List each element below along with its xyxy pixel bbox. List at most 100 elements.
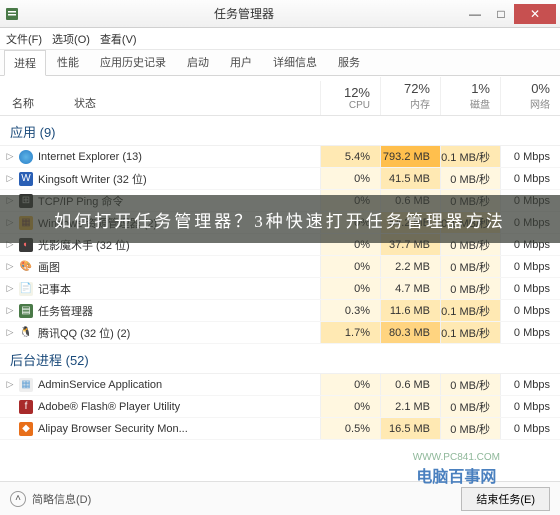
- tab-services[interactable]: 服务: [328, 49, 370, 75]
- cell-disk: 0 MB/秒: [440, 168, 500, 189]
- cell-network: 0 Mbps: [500, 168, 560, 189]
- titlebar: 任务管理器 — □ ✕: [0, 0, 560, 28]
- tab-startup[interactable]: 启动: [177, 49, 219, 75]
- cell-cpu: 0%: [320, 256, 380, 277]
- table-row[interactable]: ▷◐光影魔术手 (32 位)0%37.7 MB0 MB/秒0 Mbps: [0, 234, 560, 256]
- fewer-details-button[interactable]: ˄ 简略信息(D): [10, 491, 461, 507]
- end-task-button[interactable]: 结束任务(E): [461, 487, 550, 511]
- cell-cpu: 0%: [320, 396, 380, 417]
- app-row-icon: ▤: [18, 303, 34, 319]
- process-name: 光影魔术手 (32 位): [38, 237, 320, 253]
- table-row[interactable]: ▷WKingsoft Writer (32 位)0%41.5 MB0 MB/秒0…: [0, 168, 560, 190]
- tab-details[interactable]: 详细信息: [263, 49, 327, 75]
- cell-cpu: 5.4%: [320, 146, 380, 167]
- cell-disk: 0 MB/秒: [440, 190, 500, 211]
- table-row[interactable]: ▷▦Windows 资源管理器 (2)0%54.2 MB0.1 MB/秒0 Mb…: [0, 212, 560, 234]
- cell-cpu: 0%: [320, 278, 380, 299]
- cell-memory: 41.5 MB: [380, 168, 440, 189]
- app-row-icon: W: [18, 171, 34, 187]
- table-row[interactable]: ◆Alipay Browser Security Mon...0.5%16.5 …: [0, 418, 560, 440]
- col-name-label[interactable]: 名称: [12, 95, 34, 111]
- expand-icon[interactable]: ▷: [0, 239, 14, 250]
- cell-disk: 0.1 MB/秒: [440, 300, 500, 321]
- cell-disk: 0 MB/秒: [440, 256, 500, 277]
- menu-options[interactable]: 选项(O): [52, 31, 90, 47]
- cell-network: 0 Mbps: [500, 278, 560, 299]
- expand-icon[interactable]: ▷: [0, 327, 14, 338]
- col-cpu[interactable]: 12%CPU: [320, 81, 380, 115]
- cell-memory: 2.2 MB: [380, 256, 440, 277]
- cell-memory: 2.1 MB: [380, 396, 440, 417]
- tab-users[interactable]: 用户: [220, 49, 262, 75]
- cell-memory: 0.6 MB: [380, 190, 440, 211]
- expand-icon[interactable]: ▷: [0, 305, 14, 316]
- expand-icon[interactable]: ▷: [0, 151, 14, 162]
- expand-icon[interactable]: ▷: [0, 173, 14, 184]
- minimize-button[interactable]: —: [462, 4, 488, 24]
- app-row-icon: [18, 149, 34, 165]
- table-row[interactable]: fAdobe® Flash® Player Utility0%2.1 MB0 M…: [0, 396, 560, 418]
- cell-disk: 0 MB/秒: [440, 418, 500, 439]
- col-disk[interactable]: 1%磁盘: [440, 77, 500, 115]
- process-name: 腾讯QQ (32 位) (2): [38, 325, 320, 341]
- table-row[interactable]: ▷▤任务管理器0.3%11.6 MB0.1 MB/秒0 Mbps: [0, 300, 560, 322]
- cell-memory: 80.3 MB: [380, 322, 440, 343]
- menu-file[interactable]: 文件(F): [6, 31, 42, 47]
- table-row[interactable]: ▷🎨画图0%2.2 MB0 MB/秒0 Mbps: [0, 256, 560, 278]
- app-row-icon: 📄: [18, 281, 34, 297]
- app-row-icon: 🎨: [18, 259, 34, 275]
- cell-disk: 0.1 MB/秒: [440, 146, 500, 167]
- tab-processes[interactable]: 进程: [4, 50, 46, 76]
- tab-history[interactable]: 应用历史记录: [90, 49, 176, 75]
- expand-icon[interactable]: ▷: [0, 379, 14, 390]
- expand-icon[interactable]: ▷: [0, 217, 14, 228]
- cell-memory: 793.2 MB: [380, 146, 440, 167]
- cell-network: 0 Mbps: [500, 256, 560, 277]
- app-row-icon: f: [18, 399, 34, 415]
- col-network[interactable]: 0%网络: [500, 77, 560, 115]
- menubar: 文件(F) 选项(O) 查看(V): [0, 28, 560, 50]
- close-button[interactable]: ✕: [514, 4, 556, 24]
- cell-memory: 0.6 MB: [380, 374, 440, 395]
- process-name: AdminService Application: [38, 379, 320, 391]
- cell-network: 0 Mbps: [500, 374, 560, 395]
- window-title: 任务管理器: [26, 5, 462, 22]
- cell-memory: 37.7 MB: [380, 234, 440, 255]
- col-memory[interactable]: 72%内存: [380, 77, 440, 115]
- process-name: TCP/IP Ping 命令: [38, 193, 320, 209]
- table-row[interactable]: ▷📄记事本0%4.7 MB0 MB/秒0 Mbps: [0, 278, 560, 300]
- table-row[interactable]: ▷⊞TCP/IP Ping 命令0%0.6 MB0 MB/秒0 Mbps: [0, 190, 560, 212]
- process-name: Alipay Browser Security Mon...: [38, 423, 320, 435]
- cell-network: 0 Mbps: [500, 322, 560, 343]
- cell-disk: 0.1 MB/秒: [440, 212, 500, 233]
- table-row[interactable]: ▷ 🐧腾讯QQ (32 位) (2)1.7%80.3 MB0.1 MB/秒0 Mb…: [0, 322, 560, 344]
- cell-disk: 0 MB/秒: [440, 278, 500, 299]
- table-row[interactable]: ▷ Internet Explorer (13)5.4%793.2 MB0.1 M…: [0, 146, 560, 168]
- cell-network: 0 Mbps: [500, 234, 560, 255]
- process-name: 任务管理器: [38, 303, 320, 319]
- process-name: Windows 资源管理器 (2): [38, 215, 320, 231]
- app-row-icon: 🐧: [18, 325, 34, 341]
- cell-network: 0 Mbps: [500, 212, 560, 233]
- tab-performance[interactable]: 性能: [47, 49, 89, 75]
- cell-network: 0 Mbps: [500, 300, 560, 321]
- cell-cpu: 1.7%: [320, 322, 380, 343]
- col-status-label[interactable]: 状态: [74, 95, 96, 111]
- table-row[interactable]: ▷▦AdminService Application0%0.6 MB0 MB/秒…: [0, 374, 560, 396]
- cell-disk: 0 MB/秒: [440, 374, 500, 395]
- expand-icon[interactable]: ▷: [0, 261, 14, 272]
- menu-view[interactable]: 查看(V): [100, 31, 137, 47]
- cell-network: 0 Mbps: [500, 190, 560, 211]
- cell-network: 0 Mbps: [500, 146, 560, 167]
- process-list: 应用 (9)▷Internet Explorer (13)5.4%793.2 M…: [0, 116, 560, 440]
- cell-disk: 0.1 MB/秒: [440, 322, 500, 343]
- process-name: Internet Explorer (13): [38, 151, 320, 163]
- expand-icon[interactable]: ▷: [0, 283, 14, 294]
- expand-icon[interactable]: ▷: [0, 195, 14, 206]
- app-icon: [4, 6, 20, 22]
- cell-cpu: 0%: [320, 190, 380, 211]
- app-row-icon: ▦: [18, 215, 34, 231]
- maximize-button[interactable]: □: [488, 4, 514, 24]
- cell-network: 0 Mbps: [500, 418, 560, 439]
- app-row-icon: ◆: [18, 421, 34, 437]
